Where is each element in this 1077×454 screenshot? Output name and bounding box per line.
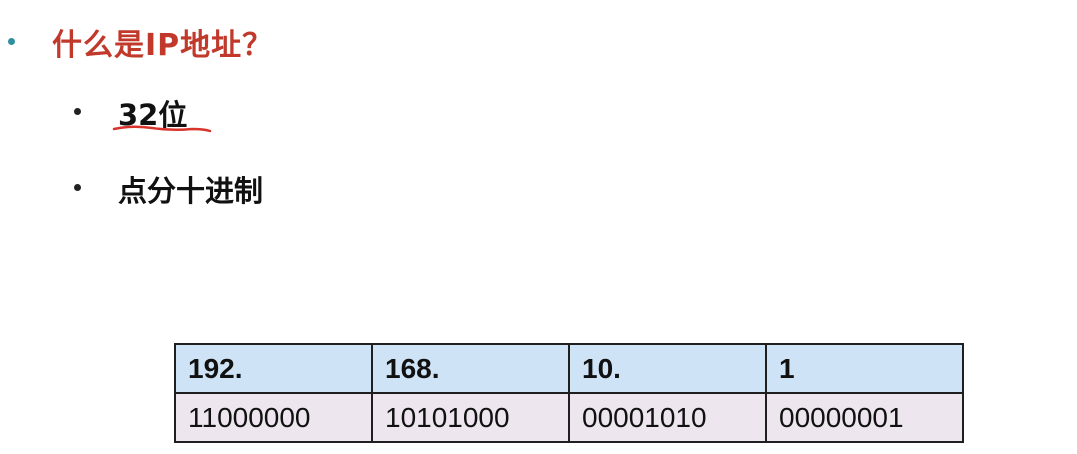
slide-title: 什么是IP地址？ xyxy=(52,28,274,63)
handwritten-underline xyxy=(112,125,212,133)
table-cell: 168. xyxy=(371,343,570,394)
table-cell: 00000001 xyxy=(765,392,964,443)
table-row-dotted-decimal: 192. 168. 10. 1 xyxy=(174,343,964,394)
ip-address-table: 192. 168. 10. 1 11000000 10101000 000010… xyxy=(174,343,964,443)
table-cell: 1 xyxy=(765,343,964,394)
slide: 什么是IP地址？ 32位 点分十进制 192. 168. 10. 1 11000… xyxy=(0,0,1077,454)
bullet-item-dotted-decimal: 点分十进制 xyxy=(118,174,264,208)
table-row-binary: 11000000 10101000 00001010 00000001 xyxy=(174,392,964,443)
table-cell: 192. xyxy=(174,343,373,394)
table-cell: 10101000 xyxy=(371,392,570,443)
table-cell: 00001010 xyxy=(568,392,767,443)
table-cell: 10. xyxy=(568,343,767,394)
title-bullet-icon xyxy=(8,38,15,45)
bullet-icon xyxy=(74,184,81,191)
table-cell: 11000000 xyxy=(174,392,373,443)
bullet-icon xyxy=(74,108,81,115)
